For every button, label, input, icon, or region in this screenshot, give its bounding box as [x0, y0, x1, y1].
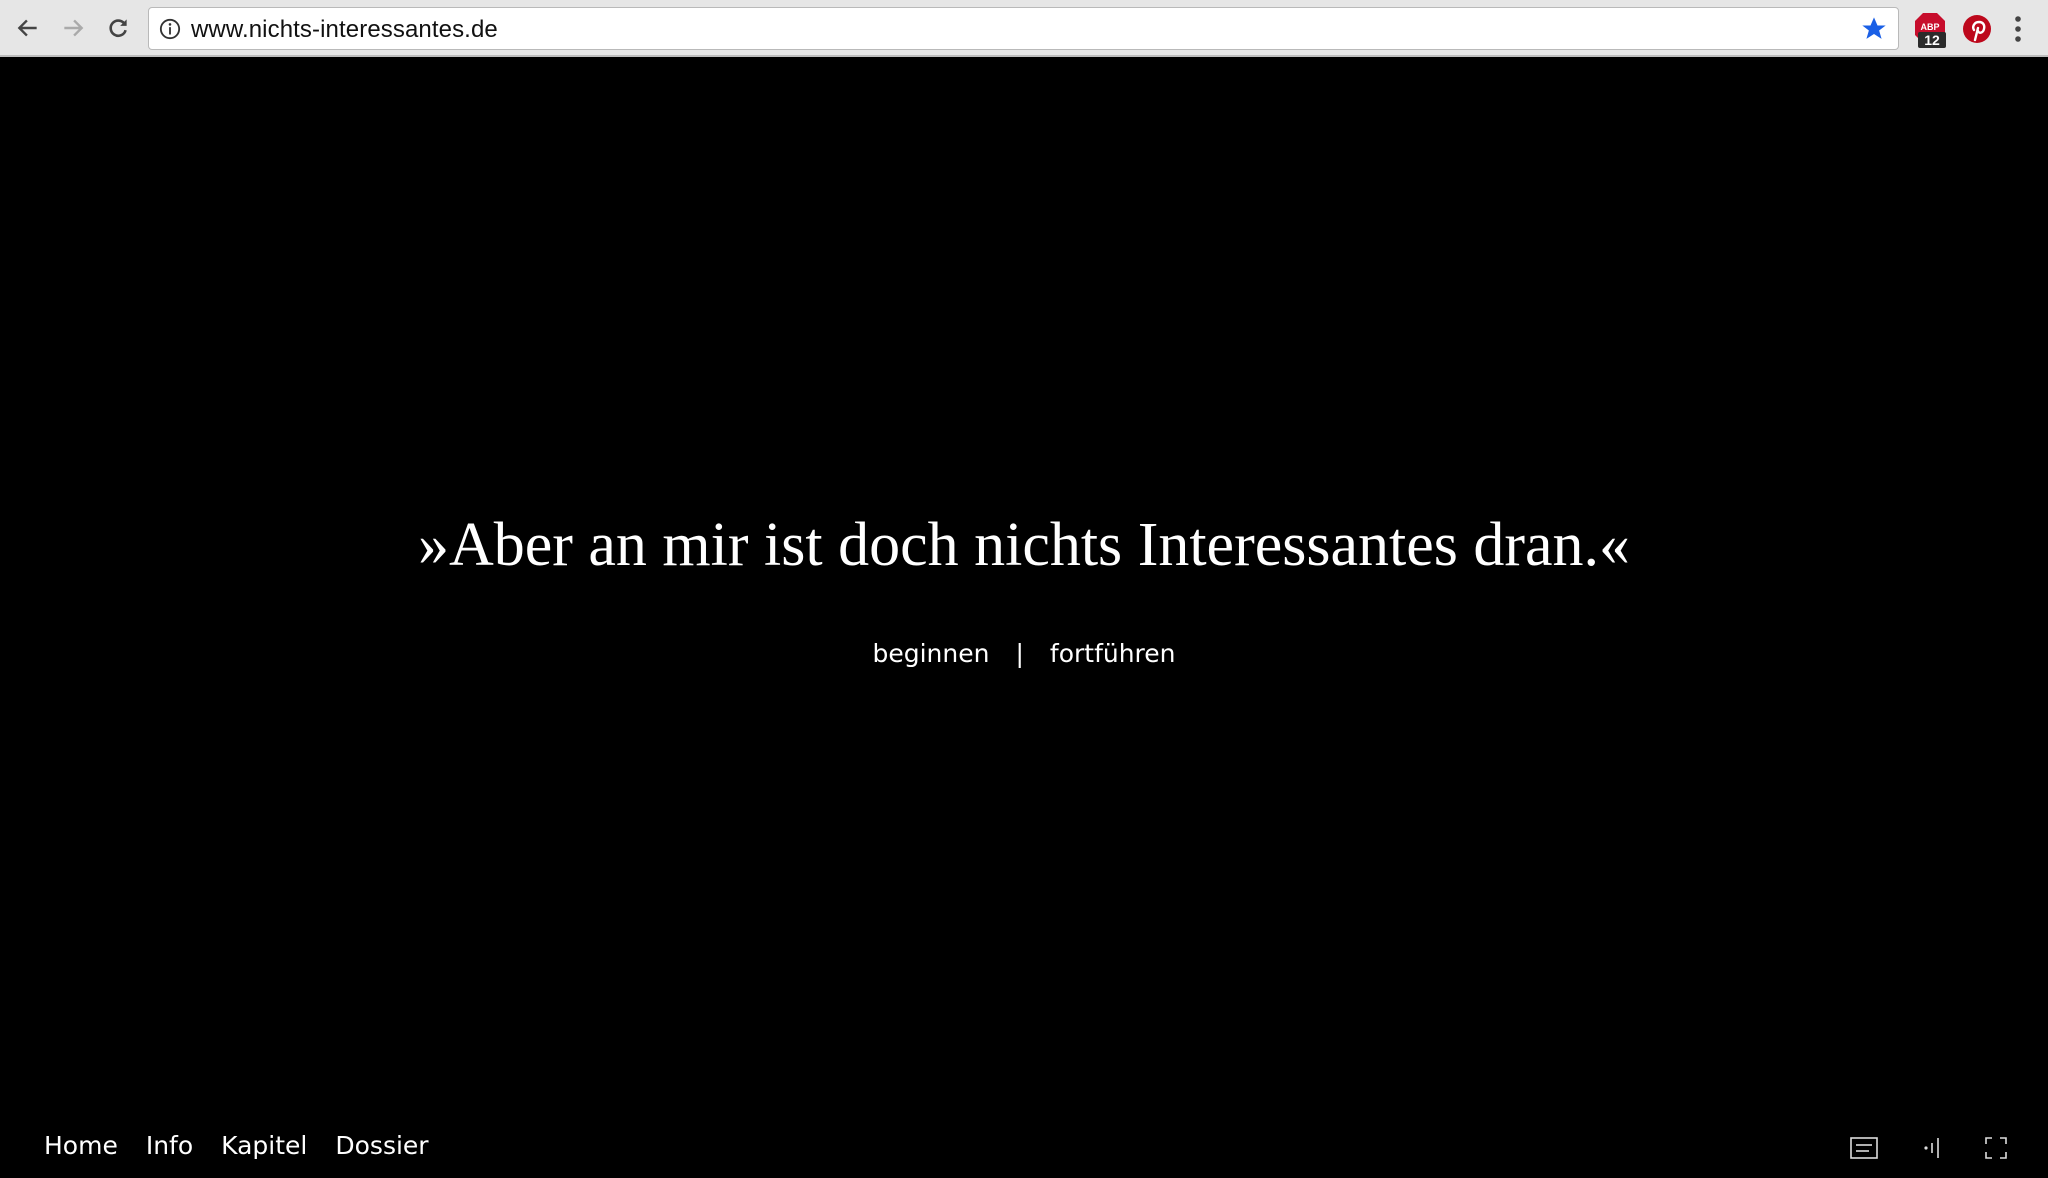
fullscreen-icon: [1985, 1137, 2007, 1159]
pinterest-icon: [1963, 15, 1991, 43]
nav-home[interactable]: Home: [44, 1131, 118, 1160]
nav-info[interactable]: Info: [146, 1131, 193, 1160]
star-icon[interactable]: [1860, 15, 1888, 43]
arrow-right-icon: [64, 19, 84, 37]
subtitles-icon: [1850, 1137, 1878, 1159]
reload-icon: [109, 19, 127, 37]
separator: |: [1015, 639, 1024, 668]
browser-toolbar: www.nichts-interessantes.de ABP 12: [0, 0, 2048, 57]
back-button[interactable]: [10, 10, 46, 46]
address-bar[interactable]: www.nichts-interessantes.de: [148, 7, 1899, 50]
start-actions: beginnen | fortführen: [0, 634, 2048, 674]
pinterest-extension-button[interactable]: [1960, 11, 1994, 47]
fullscreen-button[interactable]: [1976, 1130, 2016, 1166]
svg-text:ABP: ABP: [1920, 22, 1939, 32]
arrow-left-icon: [17, 19, 37, 37]
info-icon[interactable]: [159, 18, 181, 40]
audio-level-icon: [1924, 1138, 1939, 1158]
begin-link[interactable]: beginnen: [872, 634, 989, 674]
continue-link[interactable]: fortführen: [1050, 634, 1176, 674]
url-text[interactable]: www.nichts-interessantes.de: [191, 16, 498, 44]
nav-kapitel[interactable]: Kapitel: [221, 1131, 307, 1160]
hero-quote: »Aber an mir ist doch nichts Interessant…: [417, 511, 1631, 579]
reload-button[interactable]: [100, 10, 136, 46]
more-vert-icon[interactable]: [2010, 14, 2026, 44]
forward-button[interactable]: [55, 10, 91, 46]
bottom-navigation: Home Info Kapitel Dossier: [44, 1126, 457, 1166]
abp-badge: 12: [1918, 32, 1946, 48]
subtitles-button[interactable]: [1844, 1130, 1884, 1166]
nav-dossier[interactable]: Dossier: [335, 1131, 428, 1160]
audio-button[interactable]: [1913, 1130, 1953, 1166]
